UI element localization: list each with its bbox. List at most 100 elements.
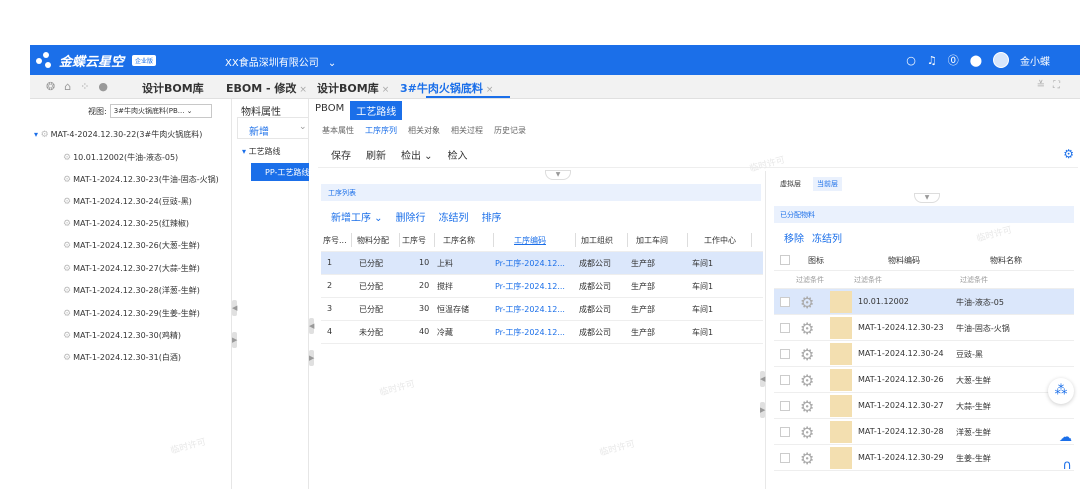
tab-design-bom-lib[interactable]: 设计BOM库	[142, 80, 204, 96]
view-select[interactable]: 3#牛肉火锅底料(PB... ⌄	[109, 104, 212, 118]
collapse-toggle[interactable]: ▼	[545, 170, 571, 180]
collapse-right-handle[interactable]: ◀	[760, 371, 765, 387]
remove-button[interactable]: 移除	[784, 230, 804, 245]
col-workshop[interactable]: 加工车间	[636, 235, 668, 246]
col-org[interactable]: 加工组织	[581, 235, 613, 246]
tab-pbom[interactable]: PBOM	[309, 101, 350, 120]
checkin-button[interactable]: 检入	[448, 147, 468, 162]
row-checkbox[interactable]	[780, 323, 790, 333]
col-icon[interactable]: 图标	[808, 255, 824, 266]
minus-circle-icon[interactable]: ⬤	[970, 54, 982, 67]
gear-icon: ⚙	[63, 219, 72, 229]
table-row[interactable]: ⚙ MAT-1-2024.12.30-23 牛油-固态-火锅	[774, 315, 1074, 341]
tab-process-route[interactable]: 工艺路线	[350, 101, 403, 120]
freeze-column-button[interactable]: 冻结列	[812, 230, 842, 245]
select-all-checkbox[interactable]	[780, 255, 790, 265]
table-row[interactable]: 4 未分配 40 冷藏 Pr-工序-2024.12... 成都公司 生产部 车间…	[321, 321, 763, 344]
tree-item[interactable]: ⚙ MAT-1-2024.12.30-28(洋葱-生鲜)	[63, 285, 200, 296]
close-icon[interactable]: ×	[486, 85, 494, 95]
filter-name-col[interactable]: 过滤条件	[960, 275, 988, 285]
tab-design-bom-lib-2[interactable]: 设计BOM库 ×	[317, 80, 389, 96]
caret-down-icon[interactable]: ▾	[34, 130, 38, 139]
expand-right-handle[interactable]: ▶	[760, 402, 765, 418]
subtab-sequence[interactable]: 工序序列	[365, 125, 397, 136]
col-name[interactable]: 物料名称	[990, 255, 1022, 266]
tree-item[interactable]: ⚙ MAT-1-2024.12.30-24(豆豉-黑)	[63, 196, 192, 207]
col-work-center[interactable]: 工作中心	[704, 235, 736, 246]
table-row[interactable]: ⚙ MAT-1-2024.12.30-28 洋葱-生鲜	[774, 419, 1074, 445]
subtab-related-objects[interactable]: 相关对象	[408, 125, 440, 136]
freeze-column-button[interactable]: 冻结列	[439, 209, 469, 224]
table-row[interactable]: ⚙ MAT-1-2024.12.30-27 大蒜-生鲜	[774, 393, 1074, 419]
col-seq[interactable]: 序号...	[323, 235, 347, 246]
refresh-button[interactable]: 刷新	[366, 147, 386, 162]
table-row[interactable]: ⚙ 10.01.12002 牛油-液态-05	[774, 289, 1074, 315]
close-icon[interactable]: ×	[382, 85, 390, 95]
gear-icon: ⚙	[63, 286, 72, 296]
table-row[interactable]: 2 已分配 20 搅拌 Pr-工序-2024.12... 成都公司 生产部 车间…	[321, 275, 763, 298]
table-row[interactable]: ⚙ MAT-1-2024.12.30-29 生姜-生鲜	[774, 445, 1074, 471]
tree-item[interactable]: ⚙ MAT-1-2024.12.30-27(大蒜-生鲜)	[63, 263, 200, 274]
subtab-basic[interactable]: 基本属性	[322, 125, 354, 136]
tree-item[interactable]: ⚙ MAT-1-2024.12.30-30(鸡精)	[63, 330, 181, 341]
table-row[interactable]: ⚙ MAT-1-2024.12.30-26 大葱-生鲜	[774, 367, 1074, 393]
row-checkbox[interactable]	[780, 297, 790, 307]
col-alloc[interactable]: 物料分配	[357, 235, 389, 246]
row-checkbox[interactable]	[780, 401, 790, 411]
tree-item[interactable]: ⚙ MAT-1-2024.12.30-23(牛油-固态-火锅)	[63, 174, 219, 185]
tree-root[interactable]: ▾ ⚙ MAT-4-2024.12.30-22(3#牛肉火锅底料)	[34, 129, 202, 140]
assistant-fab-icon[interactable]: ⁂	[1048, 378, 1074, 404]
tab-ebom-edit[interactable]: EBOM - 修改 ×	[226, 80, 307, 96]
selected-route[interactable]: PP-工艺路线-	[251, 163, 309, 181]
tab-virtual-layer[interactable]: 虚拟层	[776, 177, 805, 191]
brand-logo[interactable]: 金蝶云星空 企业版	[36, 51, 157, 70]
help-icon[interactable]: ⓪	[948, 52, 959, 68]
window-controls[interactable]: ≚⛶	[1037, 80, 1068, 91]
user-name[interactable]: 金小蝶	[1020, 53, 1050, 68]
subtab-history[interactable]: 历史记录	[494, 125, 526, 136]
sort-button[interactable]: 排序	[482, 209, 502, 224]
table-row[interactable]: 3 已分配 30 恒温存储 Pr-工序-2024.12... 成都公司 生产部 …	[321, 298, 763, 321]
tree-item[interactable]: ⚙ MAT-1-2024.12.30-26(大葱-生鲜)	[63, 240, 200, 251]
settings-icon[interactable]: ⚙	[1063, 147, 1074, 161]
chat-icon[interactable]: ●	[98, 80, 108, 93]
subtab-related-process[interactable]: 相关过程	[451, 125, 483, 136]
table-row[interactable]: 1 已分配 10 上料 Pr-工序-2024.12... 成都公司 生产部 车间…	[321, 252, 763, 275]
col-op-code[interactable]: 工序编码	[514, 235, 546, 246]
home-icon[interactable]: ⌂	[64, 80, 71, 93]
delete-row-button[interactable]: 删除行	[396, 209, 426, 224]
close-icon[interactable]: ×	[299, 85, 307, 95]
cloud-icon[interactable]: ☁	[1059, 430, 1072, 445]
company-selector[interactable]: XX食品深圳有限公司 ⌄	[225, 54, 336, 69]
tree-item[interactable]: ⚙ MAT-1-2024.12.30-31(白酒)	[63, 352, 181, 363]
headset-icon[interactable]: ∩	[1062, 458, 1072, 473]
collapse-toggle[interactable]: ▼	[914, 193, 940, 203]
filter-icon-col[interactable]: 过滤条件	[796, 275, 824, 285]
row-checkbox[interactable]	[780, 375, 790, 385]
col-code[interactable]: 物料编码	[888, 255, 920, 266]
table-row[interactable]: ⚙ MAT-1-2024.12.30-24 豆豉-黑	[774, 341, 1074, 367]
route-node[interactable]: ▾ 工艺路线	[242, 146, 281, 157]
tree-item[interactable]: ⚙ MAT-1-2024.12.30-29(生姜-生鲜)	[63, 308, 200, 319]
tab-beef-hotpot-base[interactable]: 3#牛肉火锅底料 ×	[400, 80, 493, 96]
row-checkbox[interactable]	[780, 349, 790, 359]
tab-material-attr[interactable]: 物料属性	[241, 103, 281, 118]
row-checkbox[interactable]	[780, 427, 790, 437]
search-icon[interactable]: ○	[906, 54, 916, 67]
filter-code-col[interactable]: 过滤条件	[854, 275, 882, 285]
checkout-button[interactable]: 检出 ⌄	[401, 147, 433, 162]
add-process-button[interactable]: 新增工序 ⌄	[331, 209, 383, 224]
grid-icon[interactable]: ⁘	[80, 80, 89, 93]
save-button[interactable]: 保存	[331, 147, 351, 162]
col-op-name[interactable]: 工序名称	[443, 235, 475, 246]
tab-current-layer[interactable]: 当前层	[813, 177, 842, 191]
add-button[interactable]: 新增	[249, 123, 269, 138]
tree-item[interactable]: ⚙ 10.01.12002(牛油-液态-05)	[63, 152, 178, 163]
chevron-down-icon[interactable]: ⌄	[299, 122, 307, 132]
col-op-no[interactable]: 工序号	[402, 235, 426, 246]
row-checkbox[interactable]	[780, 453, 790, 463]
bell-icon[interactable]: ♫	[927, 54, 937, 67]
tree-item[interactable]: ⚙ MAT-1-2024.12.30-25(红辣椒)	[63, 218, 189, 229]
avatar[interactable]	[993, 52, 1009, 68]
apps-icon[interactable]: ❂	[46, 80, 55, 93]
